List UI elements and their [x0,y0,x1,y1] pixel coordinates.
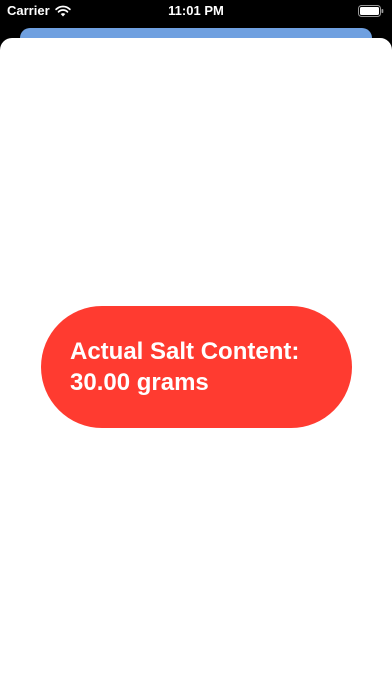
battery-icon [358,5,384,17]
status-time: 11:01 PM [168,3,224,18]
result-label: Actual Salt Content: [70,338,300,365]
salt-content-result: Actual Salt Content: 30.00 grams [41,306,352,428]
status-bar: Carrier 11:01 PM [0,0,392,22]
result-text: Actual Salt Content: 30.00 grams [70,336,299,398]
result-value: 30.00 grams [70,369,209,396]
